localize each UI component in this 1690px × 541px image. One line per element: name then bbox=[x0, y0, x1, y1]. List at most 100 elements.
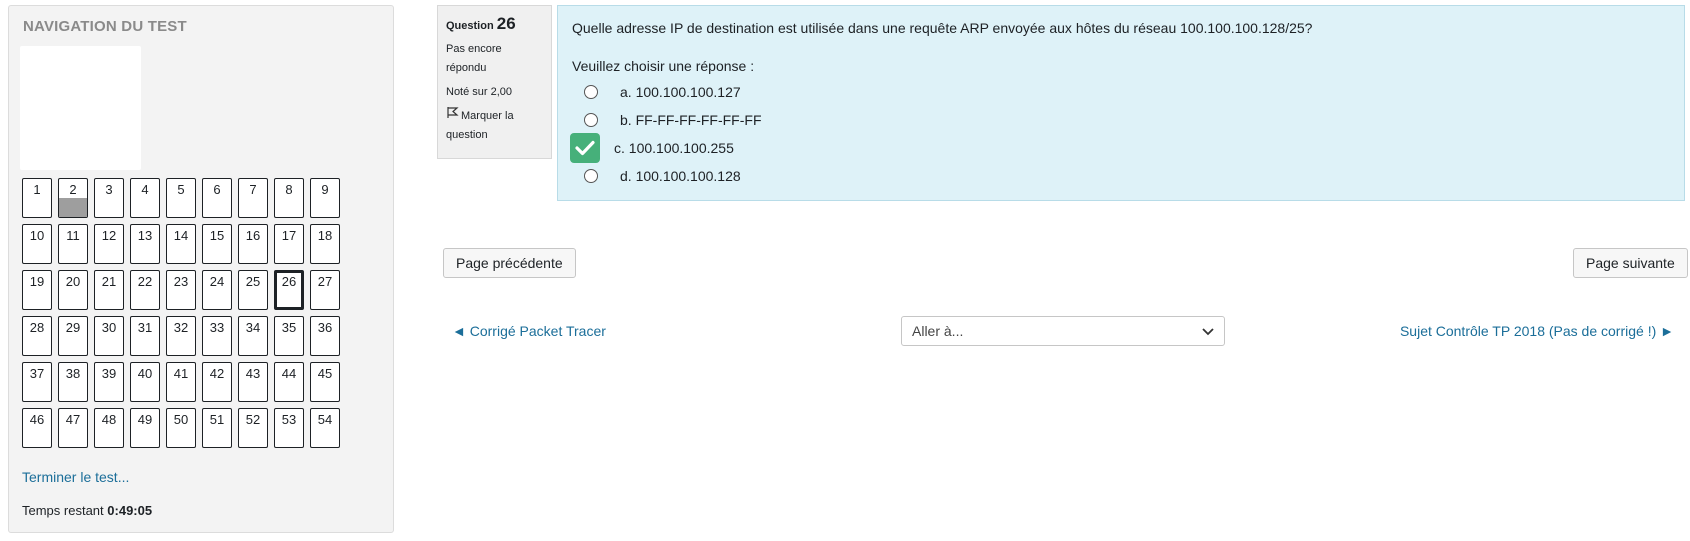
question-nav-number: 3 bbox=[105, 182, 113, 197]
answer-option[interactable]: d. 100.100.100.128 bbox=[572, 162, 1670, 190]
question-nav-button[interactable]: 19 bbox=[22, 270, 52, 310]
question-nav-button[interactable]: 1 bbox=[22, 178, 52, 218]
question-nav-button[interactable]: 36 bbox=[310, 316, 340, 356]
question-nav-number: 30 bbox=[101, 320, 117, 335]
answer-option[interactable]: a. 100.100.100.127 bbox=[572, 78, 1670, 106]
question-nav-number: 12 bbox=[101, 228, 117, 243]
question-nav-button[interactable]: 14 bbox=[166, 224, 196, 264]
question-nav-button[interactable]: 16 bbox=[238, 224, 268, 264]
question-nav-button[interactable]: 43 bbox=[238, 362, 268, 402]
question-nav-button[interactable]: 10 bbox=[22, 224, 52, 264]
question-nav-button[interactable]: 17 bbox=[274, 224, 304, 264]
question-nav-button[interactable]: 34 bbox=[238, 316, 268, 356]
checkmark-icon[interactable] bbox=[570, 133, 600, 163]
question-nav-button[interactable]: 45 bbox=[310, 362, 340, 402]
question-nav-button[interactable]: 9 bbox=[310, 178, 340, 218]
question-nav-number: 48 bbox=[101, 412, 117, 427]
question-nav-number: 52 bbox=[245, 412, 261, 427]
answer-radio[interactable] bbox=[584, 169, 598, 183]
question-nav-button[interactable]: 54 bbox=[310, 408, 340, 448]
question-nav-number: 26 bbox=[281, 274, 297, 289]
answer-radio[interactable] bbox=[584, 113, 598, 127]
question-nav-button[interactable]: 44 bbox=[274, 362, 304, 402]
question-nav-button[interactable]: 49 bbox=[130, 408, 160, 448]
question-nav-button[interactable]: 39 bbox=[94, 362, 124, 402]
question-nav-button[interactable]: 40 bbox=[130, 362, 160, 402]
answer-radio[interactable] bbox=[584, 85, 598, 99]
question-nav-number: 39 bbox=[101, 366, 117, 381]
question-nav-button[interactable]: 18 bbox=[310, 224, 340, 264]
question-nav-number: 36 bbox=[317, 320, 333, 335]
question-nav-button[interactable]: 30 bbox=[94, 316, 124, 356]
question-nav-button[interactable]: 33 bbox=[202, 316, 232, 356]
question-nav-button[interactable]: 6 bbox=[202, 178, 232, 218]
question-nav-button[interactable]: 31 bbox=[130, 316, 160, 356]
question-nav-number: 24 bbox=[209, 274, 225, 289]
finish-attempt-link[interactable]: Terminer le test... bbox=[22, 469, 129, 485]
answered-indicator bbox=[59, 198, 87, 217]
question-nav-button[interactable]: 3 bbox=[94, 178, 124, 218]
question-nav-button[interactable]: 24 bbox=[202, 270, 232, 310]
question-nav-button[interactable]: 28 bbox=[22, 316, 52, 356]
question-nav-button[interactable]: 48 bbox=[94, 408, 124, 448]
question-nav-number: 46 bbox=[29, 412, 45, 427]
question-nav-button[interactable]: 46 bbox=[22, 408, 52, 448]
question-nav-button[interactable]: 5 bbox=[166, 178, 196, 218]
question-nav-button[interactable]: 41 bbox=[166, 362, 196, 402]
next-activity-link[interactable]: Sujet Contrôle TP 2018 (Pas de corrigé !… bbox=[1400, 323, 1674, 339]
answer-option[interactable]: b. FF-FF-FF-FF-FF-FF bbox=[572, 106, 1670, 134]
question-nav-button[interactable]: 35 bbox=[274, 316, 304, 356]
question-content: Quelle adresse IP de destination est uti… bbox=[557, 5, 1685, 201]
next-page-button[interactable]: Page suivante bbox=[1573, 248, 1688, 278]
question-grid: 1 2 3 4 5 6 7 8 9 10 11 12 13 14 15 16 17 18 19 20 21 22 23 24 2… bbox=[22, 178, 352, 448]
question-nav-number: 35 bbox=[281, 320, 297, 335]
question-nav-button[interactable]: 2 bbox=[58, 178, 88, 218]
answer-prompt: Veuillez choisir une réponse : bbox=[572, 58, 755, 74]
question-nav-button[interactable]: 29 bbox=[58, 316, 88, 356]
question-nav-button[interactable]: 27 bbox=[310, 270, 340, 310]
question-nav-button[interactable]: 13 bbox=[130, 224, 160, 264]
question-nav-number: 50 bbox=[173, 412, 189, 427]
question-nav-number: 16 bbox=[245, 228, 261, 243]
question-nav-number: 27 bbox=[317, 274, 333, 289]
question-nav-button[interactable]: 32 bbox=[166, 316, 196, 356]
question-nav-button[interactable]: 38 bbox=[58, 362, 88, 402]
question-nav-button[interactable]: 11 bbox=[58, 224, 88, 264]
question-nav-button[interactable]: 12 bbox=[94, 224, 124, 264]
question-nav-button[interactable]: 37 bbox=[22, 362, 52, 402]
question-nav-number: 31 bbox=[137, 320, 153, 335]
question-nav-button[interactable]: 25 bbox=[238, 270, 268, 310]
question-nav-number: 6 bbox=[213, 182, 221, 197]
question-nav-number: 18 bbox=[317, 228, 333, 243]
question-nav-button[interactable]: 42 bbox=[202, 362, 232, 402]
question-nav-button[interactable]: 51 bbox=[202, 408, 232, 448]
question-nav-button[interactable]: 47 bbox=[58, 408, 88, 448]
question-nav-button[interactable]: 52 bbox=[238, 408, 268, 448]
question-nav-button[interactable]: 7 bbox=[238, 178, 268, 218]
question-nav-number: 49 bbox=[137, 412, 153, 427]
question-nav-button[interactable]: 20 bbox=[58, 270, 88, 310]
question-nav-number: 11 bbox=[66, 228, 80, 243]
jump-to-select[interactable]: Aller à... bbox=[901, 316, 1225, 346]
question-nav-number: 41 bbox=[173, 366, 189, 381]
time-label: Temps restant bbox=[22, 503, 104, 518]
question-nav-button[interactable]: 21 bbox=[94, 270, 124, 310]
question-nav-number: 25 bbox=[245, 274, 261, 289]
question-nav-number: 42 bbox=[209, 366, 225, 381]
question-nav-button[interactable]: 50 bbox=[166, 408, 196, 448]
previous-page-button[interactable]: Page précédente bbox=[443, 248, 576, 278]
question-nav-number: 2 bbox=[69, 182, 77, 197]
question-nav-button[interactable]: 15 bbox=[202, 224, 232, 264]
question-nav-button[interactable]: 8 bbox=[274, 178, 304, 218]
question-nav-button[interactable]: 22 bbox=[130, 270, 160, 310]
question-label: Question bbox=[446, 20, 494, 32]
answer-option[interactable]: c. 100.100.100.255 bbox=[570, 133, 1670, 163]
question-nav-number: 1 bbox=[33, 182, 41, 197]
flag-question-link[interactable]: Marquer la question bbox=[446, 106, 543, 145]
question-nav-button[interactable]: 53 bbox=[274, 408, 304, 448]
previous-activity-link[interactable]: ◄ Corrigé Packet Tracer bbox=[452, 323, 606, 339]
question-nav-button[interactable]: 23 bbox=[166, 270, 196, 310]
question-nav-button[interactable]: 4 bbox=[130, 178, 160, 218]
question-nav-button[interactable]: 26 bbox=[274, 270, 304, 310]
answer-label: b. FF-FF-FF-FF-FF-FF bbox=[620, 112, 762, 128]
